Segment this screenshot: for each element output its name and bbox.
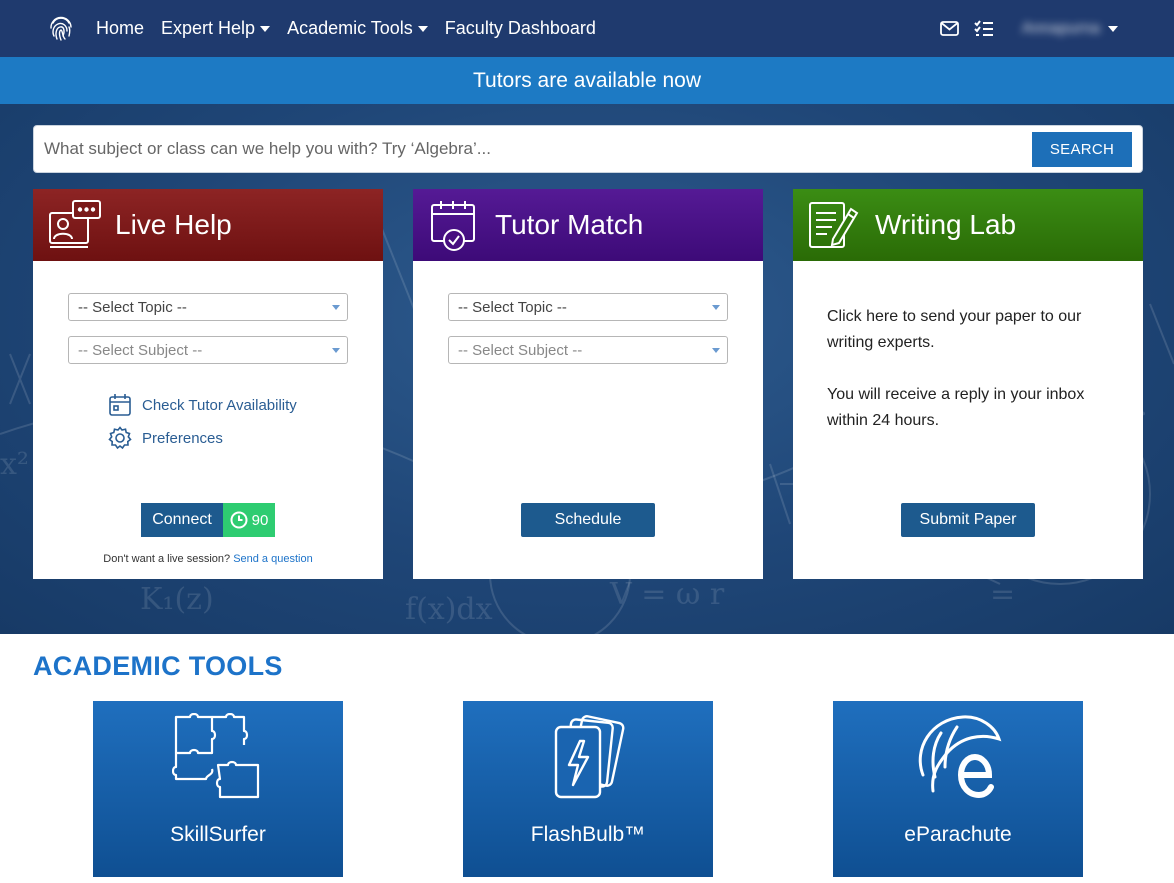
connect-button-group: Connect 90 bbox=[141, 503, 275, 537]
check-availability-link[interactable]: Check Tutor Availability bbox=[108, 393, 297, 417]
tool-flashbulb[interactable]: FlashBulb™ bbox=[463, 701, 713, 877]
dropdown-arrow-icon bbox=[712, 348, 720, 353]
caret-down-icon bbox=[260, 25, 271, 32]
writing-lab-title: Writing Lab bbox=[875, 209, 1017, 240]
tutor-match-card: Tutor Match -- Select Topic -- -- Select… bbox=[413, 189, 763, 579]
eparachute-label: eParachute bbox=[904, 823, 1012, 846]
send-question-link[interactable]: Send a question bbox=[233, 553, 313, 565]
svg-text:=: = bbox=[990, 577, 1015, 612]
tutor-match-header: Tutor Match bbox=[413, 189, 763, 261]
writing-lab-text-2: You will receive a reply in your inbox w… bbox=[827, 386, 1085, 429]
tutor-match-title: Tutor Match bbox=[495, 209, 644, 240]
writing-lab-card: Writing Lab Click here to send your pape… bbox=[793, 189, 1143, 579]
tutor-match-subject-select[interactable]: -- Select Subject -- bbox=[448, 336, 728, 364]
send-question-text: Don't want a live session? bbox=[103, 553, 231, 565]
top-navbar: Home Expert Help Academic Tools Faculty … bbox=[0, 0, 1174, 57]
banner-text: Tutors are available now bbox=[472, 68, 701, 92]
checklist-icon[interactable] bbox=[973, 19, 994, 39]
user-name: Annapurna bbox=[1021, 19, 1100, 37]
writing-lab-text-1: Click here to send your paper to our wri… bbox=[827, 308, 1082, 351]
live-help-subject-select[interactable]: -- Select Subject -- bbox=[68, 336, 348, 364]
connect-button[interactable]: Connect bbox=[141, 503, 223, 537]
tutor-match-topic-select[interactable]: -- Select Topic -- bbox=[448, 293, 728, 321]
live-help-title: Live Help bbox=[115, 209, 232, 240]
preferences-link[interactable]: Preferences bbox=[108, 426, 223, 450]
live-help-subject-value: -- Select Subject -- bbox=[78, 342, 203, 359]
clock-icon bbox=[230, 511, 248, 529]
dropdown-arrow-icon bbox=[332, 305, 340, 310]
dropdown-arrow-icon bbox=[712, 305, 720, 310]
live-chat-icon bbox=[49, 200, 101, 248]
nav-expert-help-label: Expert Help bbox=[161, 18, 256, 38]
live-help-card: Live Help -- Select Topic -- -- Select S… bbox=[33, 189, 383, 579]
search-input[interactable] bbox=[44, 134, 1014, 164]
tool-skillsurfer[interactable]: SkillSurfer bbox=[93, 701, 343, 877]
submit-paper-button[interactable]: Submit Paper bbox=[901, 503, 1035, 537]
tutor-match-subject-value: -- Select Subject -- bbox=[458, 342, 583, 359]
search-bar: SEARCH bbox=[33, 125, 1143, 173]
svg-text:f(x)dx: f(x)dx bbox=[405, 592, 493, 627]
tool-eparachute[interactable]: eParachute bbox=[833, 701, 1083, 877]
nav-home-label: Home bbox=[96, 18, 145, 38]
nav-faculty-dashboard-label: Faculty Dashboard bbox=[444, 18, 596, 38]
svg-text:x²: x² bbox=[0, 447, 29, 482]
writing-lab-description: Click here to send your paper to our wri… bbox=[827, 304, 1117, 434]
puzzle-icon bbox=[172, 713, 260, 799]
academic-tools-title: ACADEMIC TOOLS bbox=[33, 651, 283, 681]
check-availability-label: Check Tutor Availability bbox=[142, 396, 297, 414]
availability-banner: Tutors are available now bbox=[0, 57, 1174, 104]
eparachute-icon bbox=[918, 715, 1002, 799]
caret-down-icon bbox=[1108, 25, 1118, 32]
calendar-check-icon bbox=[431, 201, 475, 251]
tutor-count: 90 bbox=[251, 511, 269, 529]
hero-section: K₁(z) V = ω r x² ∫ f(x)dx = SEARCH bbox=[0, 104, 1174, 634]
live-help-header: Live Help bbox=[33, 189, 383, 261]
live-help-topic-value: -- Select Topic -- bbox=[78, 299, 187, 316]
caret-down-icon bbox=[417, 25, 428, 32]
tutor-count-badge: 90 bbox=[223, 503, 275, 537]
skillsurfer-label: SkillSurfer bbox=[170, 823, 266, 846]
tutor-match-topic-value: -- Select Topic -- bbox=[458, 299, 567, 316]
send-question-note: Don't want a live session? Send a questi… bbox=[33, 553, 383, 565]
nav-right: Annapurna bbox=[940, 0, 1118, 57]
nav-academic-tools-label: Academic Tools bbox=[287, 18, 413, 38]
flashcards-icon bbox=[554, 715, 625, 799]
live-help-topic-select[interactable]: -- Select Topic -- bbox=[68, 293, 348, 321]
preferences-label: Preferences bbox=[142, 429, 223, 447]
nav-faculty-dashboard[interactable]: Faculty Dashboard bbox=[445, 18, 596, 39]
fingerprint-logo-icon[interactable] bbox=[48, 14, 74, 42]
dropdown-arrow-icon bbox=[332, 348, 340, 353]
schedule-button[interactable]: Schedule bbox=[521, 503, 655, 537]
writing-lab-header: Writing Lab bbox=[793, 189, 1143, 261]
gear-icon bbox=[108, 426, 132, 450]
user-menu[interactable]: Annapurna bbox=[1022, 20, 1118, 38]
flashbulb-label: FlashBulb™ bbox=[530, 823, 646, 846]
document-pencil-icon bbox=[809, 202, 859, 248]
svg-text:V = ω r: V = ω r bbox=[609, 577, 725, 612]
nav-expert-help[interactable]: Expert Help bbox=[161, 18, 271, 39]
svg-text:K₁(z): K₁(z) bbox=[140, 582, 214, 617]
nav-home[interactable]: Home bbox=[96, 18, 144, 39]
nav-links: Home Expert Help Academic Tools Faculty … bbox=[96, 0, 596, 57]
calendar-icon bbox=[109, 394, 131, 416]
nav-academic-tools[interactable]: Academic Tools bbox=[287, 18, 428, 39]
search-button[interactable]: SEARCH bbox=[1032, 132, 1132, 167]
envelope-icon[interactable] bbox=[940, 19, 960, 39]
